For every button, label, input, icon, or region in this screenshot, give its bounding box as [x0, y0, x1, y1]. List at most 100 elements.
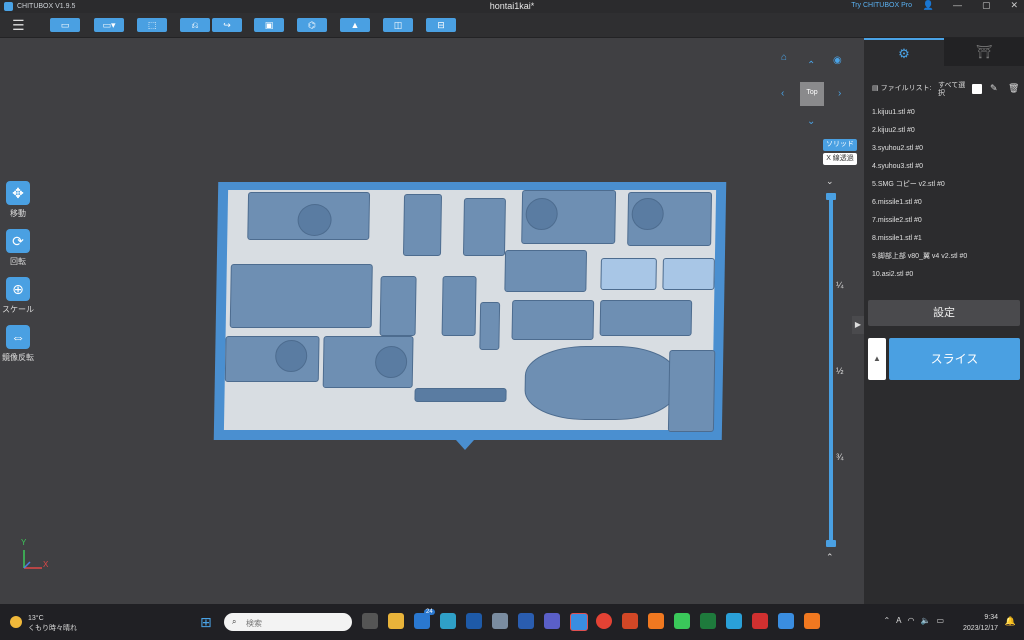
system-tray[interactable]: ⌃ A ◠ 🔈 ▭	[883, 616, 944, 625]
maps-icon[interactable]	[726, 613, 742, 629]
wifi-icon[interactable]: ◠	[907, 616, 914, 625]
list-item[interactable]: 4.syuhou3.stl #0	[872, 158, 1020, 176]
volume-icon[interactable]: 🔈	[920, 616, 930, 625]
list-item[interactable]: 3.syuhou2.stl #0	[872, 140, 1020, 158]
clock[interactable]: 9:34 2023/12/17	[963, 612, 998, 634]
model-part[interactable]	[667, 350, 716, 432]
model-part[interactable]	[414, 388, 507, 402]
edge-icon[interactable]	[440, 613, 456, 629]
model-part[interactable]	[524, 346, 678, 420]
redo-icon[interactable]: ↪	[212, 18, 242, 32]
model-part[interactable]	[504, 250, 588, 292]
list-item[interactable]: 7.missile2.stl #0	[872, 212, 1020, 230]
line-icon[interactable]	[674, 613, 690, 629]
search-input[interactable]	[244, 616, 318, 630]
fusion-icon[interactable]	[648, 613, 664, 629]
bing-icon[interactable]	[518, 613, 534, 629]
excel-icon[interactable]	[700, 613, 716, 629]
model-part[interactable]	[479, 302, 501, 350]
model-part[interactable]	[379, 276, 417, 336]
list-item[interactable]: 10.asi2.stl #0	[872, 266, 1020, 284]
select-icon[interactable]: ⬚	[137, 18, 167, 32]
user-icon[interactable]: 👤	[923, 0, 934, 11]
photos-icon[interactable]	[492, 613, 508, 629]
chitubox-icon[interactable]	[778, 613, 794, 629]
search-box[interactable]: ⌕	[224, 613, 352, 631]
slider-expand-icon[interactable]: ⌃	[826, 552, 834, 563]
model-part[interactable]	[662, 258, 715, 290]
rotate-up-icon[interactable]: ⌃	[807, 60, 815, 71]
model-part[interactable]	[441, 276, 477, 336]
windows-start-icon[interactable]: ⊞	[200, 614, 212, 631]
trash-icon[interactable]: 🗑	[1008, 83, 1019, 94]
chitubox-taskbar-icon[interactable]	[570, 613, 588, 631]
chrome-icon[interactable]	[596, 613, 612, 629]
tab-file-settings[interactable]: ⚙	[864, 38, 944, 66]
settings-button[interactable]: 設定	[868, 300, 1020, 326]
slider-top-handle[interactable]	[826, 193, 836, 200]
panel-collapse-icon[interactable]: ▶	[852, 316, 864, 334]
edit-icon[interactable]: ✎	[990, 83, 998, 94]
list-item[interactable]: 9.脚部上部 v80_翼 v4 v2.stl #0	[872, 248, 1020, 266]
list-item[interactable]: 2.kijuu2.stl #0	[872, 122, 1020, 140]
weather-temp: 13°C	[28, 615, 44, 622]
hollow-icon[interactable]: ⌬	[297, 18, 327, 32]
home-view-icon[interactable]: ⌂	[781, 52, 787, 63]
fusion360-icon[interactable]	[804, 613, 820, 629]
model-part[interactable]	[229, 264, 373, 328]
mirror-tool[interactable]: ⇔ 鏡像反転	[0, 325, 36, 363]
layout-icon[interactable]: ▣	[254, 18, 284, 32]
layer-slider[interactable]	[829, 196, 833, 544]
acrobat-icon[interactable]	[752, 613, 768, 629]
rotate-down-icon[interactable]: ⌄	[807, 116, 815, 127]
undo-icon[interactable]: ⎌	[180, 18, 210, 32]
model-part[interactable]	[511, 300, 595, 340]
settings-gear-icon: ⚙	[898, 46, 910, 61]
rotate-tool[interactable]: ⟳ 回転	[0, 229, 36, 267]
file-explorer-icon[interactable]	[388, 613, 404, 629]
teams-icon[interactable]	[544, 613, 560, 629]
move-tool[interactable]: ✥ 移動	[0, 181, 36, 219]
task-view-icon[interactable]	[362, 613, 378, 629]
store-icon[interactable]	[466, 613, 482, 629]
close-button[interactable]: ✕	[1010, 0, 1018, 11]
battery-icon[interactable]: ▭	[936, 616, 944, 625]
build-plate[interactable]	[213, 182, 727, 440]
slice-button[interactable]: スライス	[889, 338, 1020, 380]
save-icon[interactable]: ▭▾	[94, 18, 124, 32]
rotate-left-icon[interactable]: ‹	[781, 88, 784, 99]
list-item[interactable]: 5.SMG コピー v2.stl #0	[872, 176, 1020, 194]
frame-icon[interactable]: ◫	[383, 18, 413, 32]
solid-mode-button[interactable]: ソリッド	[823, 139, 857, 151]
model-part[interactable]	[462, 198, 506, 256]
box-icon[interactable]: ⊟	[426, 18, 456, 32]
folder-open-icon[interactable]: ▭	[50, 18, 80, 32]
rotate-right-icon[interactable]: ›	[838, 88, 841, 99]
model-part[interactable]	[599, 300, 693, 336]
slider-collapse-icon[interactable]: ⌄	[826, 176, 834, 187]
ime-indicator[interactable]: A	[896, 616, 901, 625]
view-cube[interactable]: Top	[800, 82, 824, 106]
model-part[interactable]	[402, 194, 443, 256]
minimize-button[interactable]: —	[953, 0, 962, 11]
support-icon[interactable]: ▲	[340, 18, 370, 32]
scale-tool[interactable]: ⊕ スケール	[0, 277, 36, 315]
eye-icon[interactable]: ◉	[833, 55, 842, 66]
powerpoint-icon[interactable]	[622, 613, 638, 629]
slider-bottom-handle[interactable]	[826, 540, 836, 547]
list-item[interactable]: 1.kijuu1.stl #0	[872, 104, 1020, 122]
y-axis-label: Y	[21, 538, 27, 547]
hamburger-menu-icon[interactable]: ☰	[12, 17, 25, 34]
xray-mode-button[interactable]: X 線透過	[823, 153, 857, 165]
notification-bell-icon[interactable]: 🔔	[1005, 616, 1016, 627]
try-pro-link[interactable]: Try CHITUBOX Pro	[851, 2, 912, 9]
slice-options-icon[interactable]: ▲	[868, 338, 886, 380]
maximize-button[interactable]: ▢	[982, 0, 991, 11]
select-all-checkbox[interactable]	[972, 84, 982, 94]
list-item[interactable]: 6.missile1.stl #0	[872, 194, 1020, 212]
model-part[interactable]	[600, 258, 657, 290]
tray-chevron-icon[interactable]: ⌃	[883, 616, 890, 625]
list-item[interactable]: 8.missile1.stl #1	[872, 230, 1020, 248]
mail-icon[interactable]	[414, 613, 430, 629]
tab-printer[interactable]: ⛩	[944, 38, 1024, 66]
